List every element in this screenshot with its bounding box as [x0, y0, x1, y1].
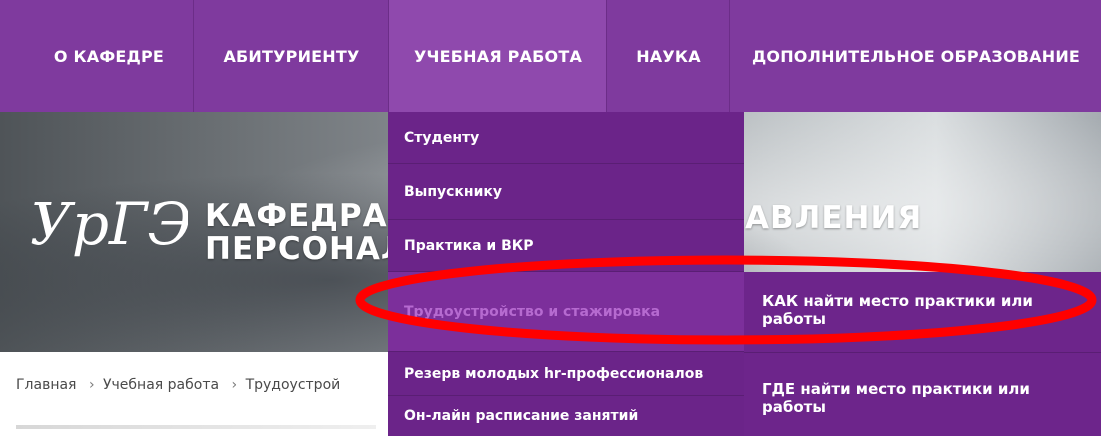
content-divider [16, 425, 376, 429]
breadcrumb-separator: › [231, 377, 238, 393]
nav-item-academic-work[interactable]: УЧЕБНАЯ РАБОТА [388, 0, 607, 112]
nav-item-applicants[interactable]: АБИТУРИЕНТУ [193, 0, 389, 112]
breadcrumb-academic-work[interactable]: Учебная работа [103, 377, 219, 393]
dropdown-item-schedule[interactable]: Он-лайн расписание занятий [388, 396, 744, 436]
nav-item-label: АБИТУРИЕНТУ [223, 46, 360, 66]
breadcrumb-current: Трудоустрой [245, 377, 341, 393]
top-navigation: О КАФЕДРЕ АБИТУРИЕНТУ УЧЕБНАЯ РАБОТА НАУ… [0, 0, 1101, 112]
red-annotation-ellipse [355, 255, 1097, 345]
submenu-divider [744, 352, 1101, 353]
dropdown-item-student[interactable]: Студенту [388, 112, 744, 164]
breadcrumb-home[interactable]: Главная [16, 377, 76, 393]
dropdown-item-hr-reserve[interactable]: Резерв молодых hr-профессионалов [388, 352, 744, 396]
nav-item-label: О КАФЕДРЕ [53, 46, 165, 66]
dropdown-item-graduate[interactable]: Выпускнику [388, 164, 744, 220]
department-title-end: АВЛЕНИЯ [745, 200, 923, 236]
nav-item-label: ДОПОЛНИТЕЛЬНОЕ ОБРАЗОВАНИЕ [751, 46, 1081, 66]
nav-item-label: УЧЕБНАЯ РАБОТА [413, 46, 583, 66]
logo-text: УрГЭУ [30, 190, 188, 258]
nav-item-about[interactable]: О КАФЕДРЕ [25, 0, 193, 112]
nav-item-additional-education[interactable]: ДОПОЛНИТЕЛЬНОЕ ОБРАЗОВАНИЕ [729, 0, 1101, 112]
breadcrumb: Главная › Учебная работа › Трудоустрой [16, 377, 344, 393]
breadcrumb-separator: › [88, 377, 95, 393]
nav-item-label: НАУКА [636, 46, 701, 66]
submenu-item-where-to-find[interactable]: ГДЕ найти место практики или работы [744, 380, 1101, 416]
nav-item-science[interactable]: НАУКА [606, 0, 730, 112]
university-logo[interactable]: УрГЭУ [28, 182, 188, 262]
